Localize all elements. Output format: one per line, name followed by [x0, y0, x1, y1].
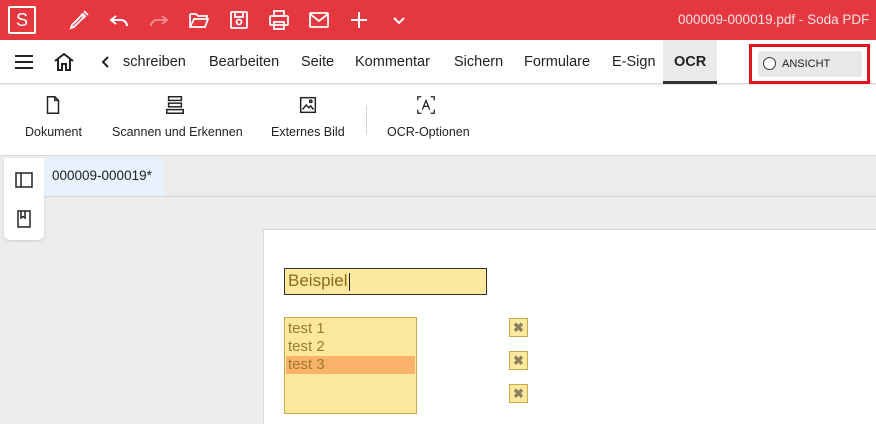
- externes-bild-button[interactable]: Externes Bild: [271, 85, 349, 156]
- panel-toggle-icon[interactable]: [14, 170, 34, 190]
- title-bar: S 000009-000019.pdf - Soda PDF: [0, 0, 876, 40]
- list-option[interactable]: test 1: [286, 320, 415, 338]
- checkbox-field[interactable]: ✖: [509, 351, 528, 370]
- menu-item-seite[interactable]: Seite: [301, 40, 334, 84]
- checkbox-mark-icon: ✖: [513, 386, 524, 401]
- window-title: 000009-000019.pdf - Soda PDF: [678, 12, 870, 27]
- externes-bild-label: Externes Bild: [271, 125, 345, 139]
- ocr-text-icon: [415, 94, 437, 116]
- side-panel: [4, 158, 44, 240]
- app-logo[interactable]: S: [8, 6, 36, 34]
- plus-icon[interactable]: [347, 8, 371, 32]
- scannen-und-erkennen-button[interactable]: Scannen und Erkennen: [112, 85, 246, 156]
- tab-divider: [44, 196, 876, 197]
- text-form-field[interactable]: Beispiel: [284, 268, 487, 295]
- menu-item-e-sign[interactable]: E-Sign: [612, 40, 656, 84]
- chevron-down-icon[interactable]: [387, 8, 411, 32]
- image-icon: [297, 94, 319, 116]
- document-tab-label: 000009-000019*: [52, 168, 152, 183]
- mail-icon[interactable]: [307, 8, 331, 32]
- text-form-field-value: Beispiel: [288, 271, 348, 290]
- radio-icon: [763, 57, 776, 70]
- checkbox-field[interactable]: ✖: [509, 318, 528, 337]
- ocr-optionen-label: OCR-Optionen: [387, 125, 470, 139]
- dokument-label: Dokument: [25, 125, 82, 139]
- menu-item-bearbeiten[interactable]: Bearbeiten: [209, 40, 279, 84]
- redo-icon[interactable]: [147, 8, 171, 32]
- menu-bar: schreiben Bearbeiten Seite Kommentar Sic…: [0, 40, 876, 84]
- menu-item-sichern[interactable]: Sichern: [454, 40, 503, 84]
- ocr-ribbon: Dokument Scannen und Erkennen Externes B…: [0, 85, 876, 156]
- view-toggle[interactable]: ANSICHT: [758, 51, 862, 77]
- text-caret: [348, 272, 350, 291]
- document-icon: [42, 94, 64, 116]
- menu-item-ocr[interactable]: OCR: [663, 40, 718, 84]
- list-option[interactable]: test 2: [286, 338, 415, 356]
- view-toggle-label: ANSICHT: [782, 58, 831, 70]
- ribbon-separator: [366, 106, 367, 134]
- list-option-selected[interactable]: test 3: [286, 356, 415, 374]
- checkbox-mark-icon: ✖: [513, 353, 524, 368]
- menu-item-formulare[interactable]: Formulare: [524, 40, 590, 84]
- home-icon[interactable]: [52, 50, 76, 74]
- checkbox-field[interactable]: ✖: [509, 384, 528, 403]
- print-icon[interactable]: [267, 8, 291, 32]
- ocr-optionen-button[interactable]: OCR-Optionen: [387, 85, 470, 156]
- save-icon[interactable]: [227, 8, 251, 32]
- bookmark-icon[interactable]: [14, 209, 34, 229]
- pen-icon[interactable]: [67, 8, 91, 32]
- menu-item-schreiben[interactable]: schreiben: [123, 40, 186, 84]
- dokument-button[interactable]: Dokument: [24, 85, 86, 156]
- hamburger-menu-icon[interactable]: [12, 50, 36, 74]
- menu-item-kommentar[interactable]: Kommentar: [355, 40, 430, 84]
- list-box-field[interactable]: test 1 test 2 test 3: [284, 317, 417, 414]
- open-folder-icon[interactable]: [187, 8, 211, 32]
- scannen-und-erkennen-label: Scannen und Erkennen: [112, 125, 243, 139]
- pdf-page: Beispiel test 1 test 2 test 3 ✖ ✖ ✖: [263, 229, 876, 424]
- checkbox-mark-icon: ✖: [513, 320, 524, 335]
- scanner-icon: [164, 94, 186, 116]
- undo-icon[interactable]: [107, 8, 131, 32]
- document-tab[interactable]: 000009-000019*: [44, 158, 164, 196]
- chevron-left-icon[interactable]: [94, 50, 118, 74]
- view-toggle-highlight: ANSICHT: [749, 44, 870, 84]
